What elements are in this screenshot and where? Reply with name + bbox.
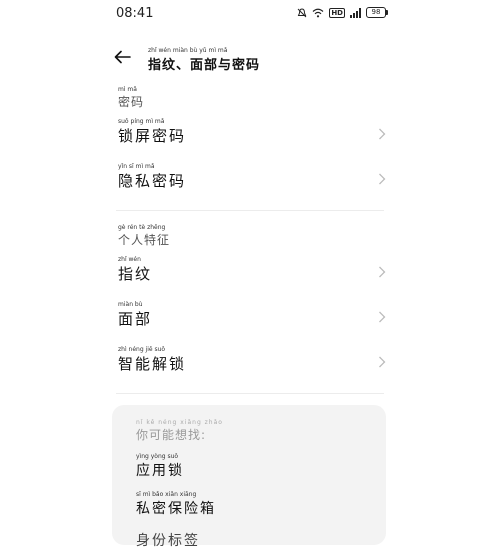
item-pinyin: zhǐ wén xyxy=(118,256,141,263)
suggestion-pinyin xyxy=(136,523,200,530)
lock-screen-password-item[interactable]: suǒ píng mì mǎ 锁屏密码 xyxy=(118,116,386,152)
item-pinyin: miàn bù xyxy=(118,301,143,308)
item-text: 隐私密码 xyxy=(118,172,187,190)
item-pinyin: suǒ píng mì mǎ xyxy=(118,118,165,125)
item-label: yǐn sī mì mǎ 隐私密码 xyxy=(118,163,186,191)
item-pinyin: zhì néng jiě suǒ xyxy=(118,346,166,353)
face-item[interactable]: miàn bù 面部 xyxy=(118,299,386,335)
status-time: 08:41 xyxy=(116,6,154,21)
item-label: suǒ píng mì mǎ 锁屏密码 xyxy=(118,118,186,146)
status-bar: 08:41 HD 98 xyxy=(108,0,392,28)
page-title-pinyin: zhǐ wén miàn bù yǔ mì mǎ xyxy=(148,47,228,54)
item-text: 指纹 xyxy=(118,265,153,283)
back-arrow-icon[interactable] xyxy=(114,50,132,64)
section-title-pinyin: gè rén tè zhēng xyxy=(118,224,166,231)
battery-icon: 98 xyxy=(366,7,388,18)
item-text: 锁屏密码 xyxy=(118,127,187,145)
wifi-icon xyxy=(312,8,324,17)
hd-icon: HD xyxy=(329,7,345,18)
section-title-text: 密码 xyxy=(118,95,145,109)
fingerprint-item[interactable]: zhǐ wén 指纹 xyxy=(118,254,386,290)
item-label: zhǐ wén 指纹 xyxy=(118,256,152,284)
page-title-text: 指纹、面部与密码 xyxy=(148,58,261,73)
item-text: 面部 xyxy=(118,310,153,328)
suggestion-text: 应用锁 xyxy=(136,463,184,479)
suggestion-text: 身份标签 xyxy=(136,533,200,549)
section-title-password: mì mǎ 密码 xyxy=(118,86,144,110)
section-title-pinyin: mì mǎ xyxy=(118,86,137,93)
item-label: miàn bù 面部 xyxy=(118,301,152,329)
chevron-right-icon xyxy=(379,128,386,140)
item-text: 智能解锁 xyxy=(118,355,187,373)
settings-screen: 08:41 HD 98 zhǐ wén miàn bù yǔ mì mǎ 指纹、… xyxy=(108,0,392,549)
signal-icon xyxy=(350,7,361,18)
section-divider xyxy=(116,393,384,394)
status-icons: HD 98 xyxy=(297,7,388,18)
item-pinyin: yǐn sī mì mǎ xyxy=(118,163,155,170)
privacy-password-item[interactable]: yǐn sī mì mǎ 隐私密码 xyxy=(118,161,386,197)
suggestion-app-lock[interactable]: yìng yòng suǒ 应用锁 xyxy=(136,453,184,480)
suggestion-identity-tag[interactable]: 身份标签 xyxy=(136,523,200,550)
page-title: zhǐ wén miàn bù yǔ mì mǎ 指纹、面部与密码 xyxy=(148,47,260,73)
suggestions-card: nǐ kě néng xiǎng zhǎo 你可能想找: yìng yòng s… xyxy=(112,405,386,549)
suggestion-pinyin: sī mì bǎo xiǎn xiāng xyxy=(136,491,197,498)
chevron-right-icon xyxy=(379,266,386,278)
smart-unlock-item[interactable]: zhì néng jiě suǒ 智能解锁 xyxy=(118,344,386,380)
page-header: zhǐ wén miàn bù yǔ mì mǎ 指纹、面部与密码 xyxy=(108,42,392,73)
suggestion-pinyin: yìng yòng suǒ xyxy=(136,453,179,460)
chevron-right-icon xyxy=(379,356,386,368)
suggestions-title-text: 你可能想找: xyxy=(136,428,207,442)
suggestions-title: nǐ kě néng xiǎng zhǎo 你可能想找: xyxy=(136,419,223,443)
suggestions-title-pinyin: nǐ kě néng xiǎng zhǎo xyxy=(136,419,223,426)
item-label: zhì néng jiě suǒ 智能解锁 xyxy=(118,346,186,374)
suggestion-text: 私密保险箱 xyxy=(136,501,216,517)
section-title-text: 个人特征 xyxy=(118,233,171,247)
chevron-right-icon xyxy=(379,311,386,323)
section-divider xyxy=(116,210,384,211)
section-title-personal-features: gè rén tè zhēng 个人特征 xyxy=(118,224,170,248)
notification-icon xyxy=(297,7,307,17)
suggestion-private-safe[interactable]: sī mì bǎo xiǎn xiāng 私密保险箱 xyxy=(136,491,216,518)
chevron-right-icon xyxy=(379,173,386,185)
